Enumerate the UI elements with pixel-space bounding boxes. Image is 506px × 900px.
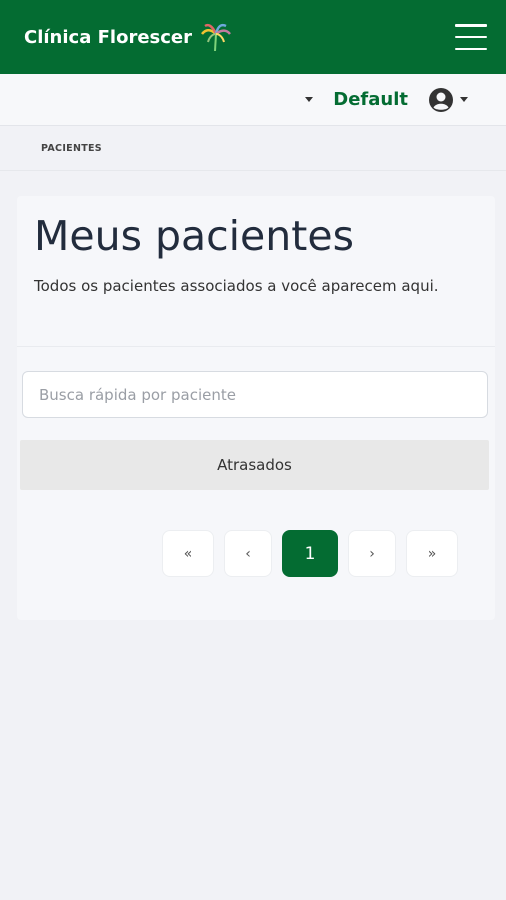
user-dropdown-caret-icon[interactable] — [460, 97, 468, 102]
page-subtitle: Todos os pacientes associados a você apa… — [34, 277, 439, 295]
hamburger-menu-icon[interactable] — [455, 24, 487, 50]
pagination: « ‹ 1 › » — [162, 530, 458, 577]
first-page-button[interactable]: « — [162, 530, 214, 577]
user-bar: Default — [0, 74, 506, 126]
prev-page-button[interactable]: ‹ — [224, 530, 272, 577]
patients-card: Meus pacientes Todos os pacientes associ… — [17, 196, 495, 620]
brand[interactable]: Clínica Florescer — [24, 22, 232, 52]
patient-search-input[interactable] — [22, 371, 488, 418]
brand-name: Clínica Florescer — [24, 26, 193, 48]
breadcrumb-item[interactable]: PACIENTES — [41, 143, 102, 154]
next-page-button[interactable]: › — [348, 530, 396, 577]
profile-dropdown-caret-icon[interactable] — [305, 97, 314, 102]
palm-tree-logo-icon — [201, 23, 232, 52]
profile-label[interactable]: Default — [333, 89, 408, 110]
last-page-button[interactable]: » — [406, 530, 458, 577]
user-circle-icon[interactable] — [428, 87, 454, 113]
overdue-filter-button[interactable]: Atrasados — [20, 440, 489, 490]
top-navbar: Clínica Florescer — [0, 0, 506, 74]
breadcrumb: PACIENTES — [0, 127, 506, 171]
page-title: Meus pacientes — [34, 212, 354, 260]
divider — [17, 346, 495, 347]
current-page-button[interactable]: 1 — [282, 530, 338, 577]
